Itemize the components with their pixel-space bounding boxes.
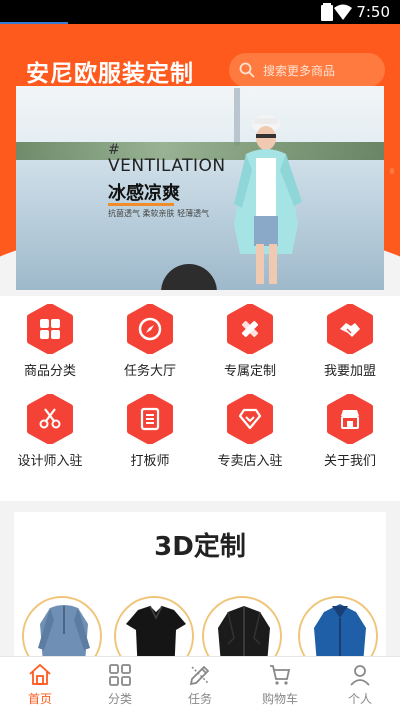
menu-item-about[interactable]: 关于我们 (300, 394, 400, 484)
product-image (314, 604, 366, 658)
search-icon (239, 62, 255, 78)
menu-item-task-hall[interactable]: 任务大厅 (100, 304, 200, 394)
tab-label: 个人 (347, 692, 372, 706)
search-input[interactable]: 搜索更多商品 (229, 53, 385, 87)
person-icon (350, 665, 370, 686)
status-bar: 7:50 (0, 0, 400, 24)
compass-icon (125, 304, 175, 354)
menu-item-designer[interactable]: 设计师入驻 (0, 394, 100, 484)
banner-side-indicator (390, 168, 394, 174)
banner-underline (108, 203, 174, 206)
document-icon (125, 394, 175, 444)
category-icon (109, 664, 131, 686)
tab-label: 分类 (107, 692, 132, 706)
handshake-icon (325, 304, 375, 354)
scissors-icon (25, 394, 75, 444)
product-item-black-polo[interactable] (114, 596, 194, 658)
product-item-blue-jacket[interactable] (298, 596, 378, 658)
menu-item-label: 设计师入驻 (17, 454, 83, 469)
menu-item-store[interactable]: 专卖店入驻 (200, 394, 300, 484)
menu-item-join[interactable]: 我要加盟 (300, 304, 400, 394)
search-placeholder: 搜索更多商品 (263, 63, 336, 78)
product-image (218, 606, 270, 658)
menu-item-label: 关于我们 (323, 454, 376, 469)
product-item-blue-top[interactable] (22, 596, 102, 658)
menu-item-label: 专属定制 (223, 364, 276, 379)
product-image (126, 605, 186, 658)
banner-subline: 抗菌透气 柔软亲肤 轻薄透气 (108, 209, 210, 218)
menu-grid: 商品分类 任务大厅 专属定制 我要加盟 设计师入驻 打板师 专卖店入驻 关于我们 (0, 304, 400, 484)
promo-banner[interactable]: # VENTILATION 冰感凉爽 抗菌透气 柔软亲肤 轻薄透气 (16, 86, 384, 290)
menu-panel: 商品分类 任务大厅 专属定制 我要加盟 设计师入驻 打板师 专卖店入驻 关于我们 (0, 296, 400, 501)
banner-model-image (234, 115, 302, 284)
product-row (14, 596, 386, 658)
menu-item-pattern-maker[interactable]: 打板师 (100, 394, 200, 484)
menu-item-label: 专卖店入驻 (217, 454, 283, 469)
ruler-pencil-icon (225, 304, 275, 354)
custom-3d-section: 3D定制 (14, 512, 386, 658)
menu-item-label: 打板师 (130, 454, 170, 469)
product-image (38, 605, 90, 658)
tab-label: 购物车 (261, 692, 298, 706)
cart-icon (270, 665, 291, 685)
custom-3d-title: 3D定制 (154, 532, 246, 562)
tab-label: 任务 (187, 692, 212, 706)
battery-icon (321, 3, 333, 21)
home-icon (29, 663, 51, 685)
tab-label: 首页 (27, 692, 52, 706)
tab-cart[interactable]: 购物车 (240, 657, 320, 710)
menu-item-label: 商品分类 (23, 364, 76, 379)
product-item-black-jacket[interactable] (202, 596, 282, 658)
tab-category[interactable]: 分类 (80, 657, 160, 710)
brand-title: 安尼欧服装定制 (26, 61, 194, 87)
menu-item-category[interactable]: 商品分类 (0, 304, 100, 394)
banner-headline-cn: 冰感凉爽 (108, 183, 180, 204)
tab-profile[interactable]: 个人 (320, 657, 400, 710)
menu-item-label: 任务大厅 (123, 364, 176, 379)
wifi-icon (334, 4, 352, 20)
menu-item-label: 我要加盟 (323, 364, 376, 379)
status-time: 7:50 (356, 3, 390, 21)
tab-task[interactable]: 任务 (160, 657, 240, 710)
grid-icon (25, 304, 75, 354)
menu-item-custom[interactable]: 专属定制 (200, 304, 300, 394)
store-icon (325, 394, 375, 444)
banner-headline-en: VENTILATION (108, 156, 226, 176)
tab-home[interactable]: 首页 (0, 657, 80, 710)
diamond-icon (225, 394, 275, 444)
bottom-tab-bar: 首页 分类 任务 购物车 个人 (0, 656, 400, 710)
task-icon (189, 665, 210, 686)
